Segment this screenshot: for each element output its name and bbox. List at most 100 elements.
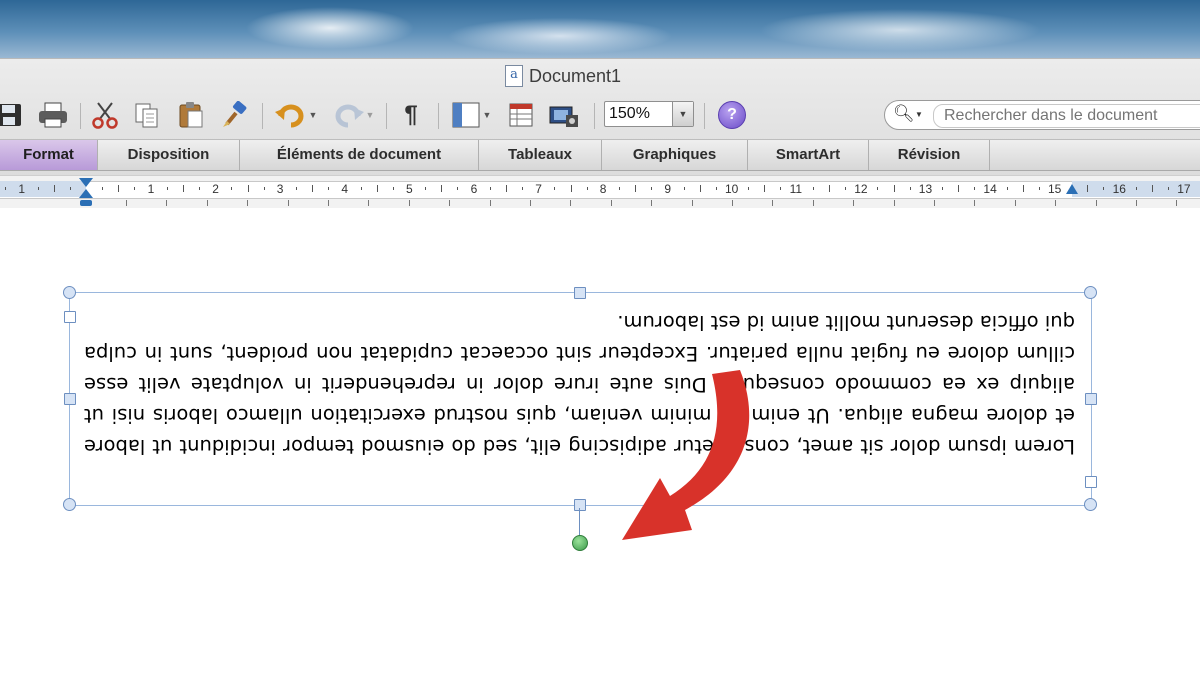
default-tab-stop <box>570 200 572 206</box>
horizontal-ruler[interactable]: 1 1 2 3 4 5 6 7 8 9 10 11 12 13 14 15 16 17 <box>0 175 1200 210</box>
first-line-indent-marker[interactable] <box>79 178 93 187</box>
text-box-content[interactable]: Lorem ipsum dolor sit amet, consectetur … <box>84 307 1075 462</box>
default-tab-stop <box>1014 200 1016 206</box>
ruler-tick <box>909 187 911 190</box>
ruler-tick <box>974 187 976 190</box>
ruler-tick <box>877 187 879 190</box>
tab-tableaux[interactable]: Tableaux <box>479 140 602 170</box>
ruler-tick <box>1135 187 1137 190</box>
chevron-down-icon: ▼ <box>482 110 492 120</box>
ruler-tick <box>683 187 685 190</box>
sidebar-layout-icon <box>452 102 480 128</box>
resize-handle-bottom-left[interactable] <box>63 498 76 511</box>
ruler-tick <box>134 187 136 190</box>
chevron-down-icon[interactable]: ▼ <box>672 102 693 126</box>
ruler-tick <box>1006 187 1008 190</box>
title-bar: a Document1 <box>0 59 1200 93</box>
default-tab-stop <box>974 200 976 206</box>
ruler-tick <box>199 187 201 190</box>
copy-icon <box>135 103 158 128</box>
print-button[interactable] <box>36 98 70 132</box>
default-tab-stop <box>893 200 895 206</box>
text-overflow-handle[interactable] <box>64 311 76 323</box>
ruler-number: 1 <box>147 182 155 196</box>
ruler-tick <box>941 187 943 190</box>
chevron-down-icon: ▼ <box>308 110 318 120</box>
ruler-tick <box>505 185 507 192</box>
ruler-tick <box>182 185 184 192</box>
default-tab-stop <box>287 200 289 206</box>
resize-handle-bottom[interactable] <box>574 499 586 511</box>
show-formatting-button[interactable]: ¶ <box>394 98 428 132</box>
default-tab-stop <box>691 200 693 206</box>
media-gallery-icon <box>549 106 578 127</box>
zoom-select[interactable]: 150% ▼ <box>604 101 694 127</box>
chevron-down-icon: ▼ <box>365 110 375 120</box>
ruler-tick <box>764 185 766 192</box>
ruler-number: 4 <box>341 182 349 196</box>
ruler-tick <box>263 187 265 190</box>
zoom-value: 150% <box>609 105 650 122</box>
tab-format[interactable]: Format <box>0 140 98 170</box>
help-button[interactable]: ? <box>718 101 746 129</box>
ruler-left-margin <box>0 181 86 197</box>
ruler-number: 5 <box>406 182 413 196</box>
rotated-text-box[interactable]: Lorem ipsum dolor sit amet, consectetur … <box>69 292 1092 506</box>
default-tab-stop <box>1095 200 1097 206</box>
ruler-tick <box>69 187 71 190</box>
default-tab-stop <box>853 200 855 206</box>
ruler-number: 12 <box>854 182 868 196</box>
media-browser-button[interactable] <box>504 98 538 132</box>
annotation-arrow-icon <box>622 370 750 540</box>
ruler-number: 11 <box>789 182 803 196</box>
ruler-tick <box>1087 185 1089 192</box>
resize-handle-top-right[interactable] <box>1084 286 1097 299</box>
resize-handle-left[interactable] <box>64 393 76 405</box>
ruler-tick <box>166 187 168 190</box>
ruler-tick <box>392 187 394 190</box>
right-indent-marker[interactable] <box>1066 184 1078 194</box>
view-button[interactable]: ▼ <box>446 98 496 132</box>
text-overflow-handle[interactable] <box>1085 476 1097 488</box>
ruler-number: 13 <box>918 182 933 196</box>
copy-button[interactable] <box>130 98 164 132</box>
toolbar-separator <box>386 103 387 129</box>
resize-handle-right[interactable] <box>1085 393 1097 405</box>
ruler-tick <box>586 187 588 190</box>
cut-button[interactable] <box>88 98 122 132</box>
word-window-chrome: a Document1 ▼ ▼ ¶ ▼ 150% ▼ ? 🔍︎ ▼ Recher… <box>0 58 1200 210</box>
search-field[interactable]: 🔍︎ ▼ <box>884 100 1200 130</box>
tab-revision[interactable]: Révision <box>869 140 990 170</box>
resize-handle-top-left[interactable] <box>63 286 76 299</box>
resize-handle-top[interactable] <box>574 287 586 299</box>
ruler-tick <box>425 187 427 190</box>
rotation-handle[interactable] <box>572 535 588 551</box>
ruler-tick <box>102 187 104 190</box>
gallery-button[interactable] <box>546 98 584 132</box>
left-indent-marker[interactable] <box>80 200 92 206</box>
paste-button[interactable] <box>174 98 208 132</box>
resize-handle-bottom-right[interactable] <box>1084 498 1097 511</box>
search-input[interactable] <box>933 104 1200 128</box>
undo-button[interactable]: ▼ <box>270 98 322 132</box>
ruler-tick <box>118 185 120 192</box>
chevron-down-icon[interactable]: ▼ <box>915 110 923 119</box>
hanging-indent-marker[interactable] <box>79 189 93 198</box>
ruler-tick <box>651 187 653 190</box>
tab-elements-de-document[interactable]: Éléments de document <box>240 140 479 170</box>
default-tab-stop <box>1176 200 1178 206</box>
default-tab-stop <box>1136 200 1137 206</box>
ribbon-tab-bar: Format Disposition Éléments de document … <box>0 139 1200 171</box>
search-icon[interactable]: 🔍︎ <box>893 104 915 124</box>
ruler-tick <box>748 187 750 190</box>
ruler-tick <box>328 187 330 190</box>
ruler-tick <box>554 187 556 190</box>
paintbrush-icon <box>223 101 247 127</box>
default-tab-stop <box>651 200 653 206</box>
format-painter-button[interactable] <box>218 98 252 132</box>
tab-graphiques[interactable]: Graphiques <box>602 140 748 170</box>
tab-disposition[interactable]: Disposition <box>98 140 240 170</box>
tab-smartart[interactable]: SmartArt <box>748 140 869 170</box>
redo-button[interactable]: ▼ <box>328 98 378 132</box>
save-button[interactable] <box>0 98 24 132</box>
